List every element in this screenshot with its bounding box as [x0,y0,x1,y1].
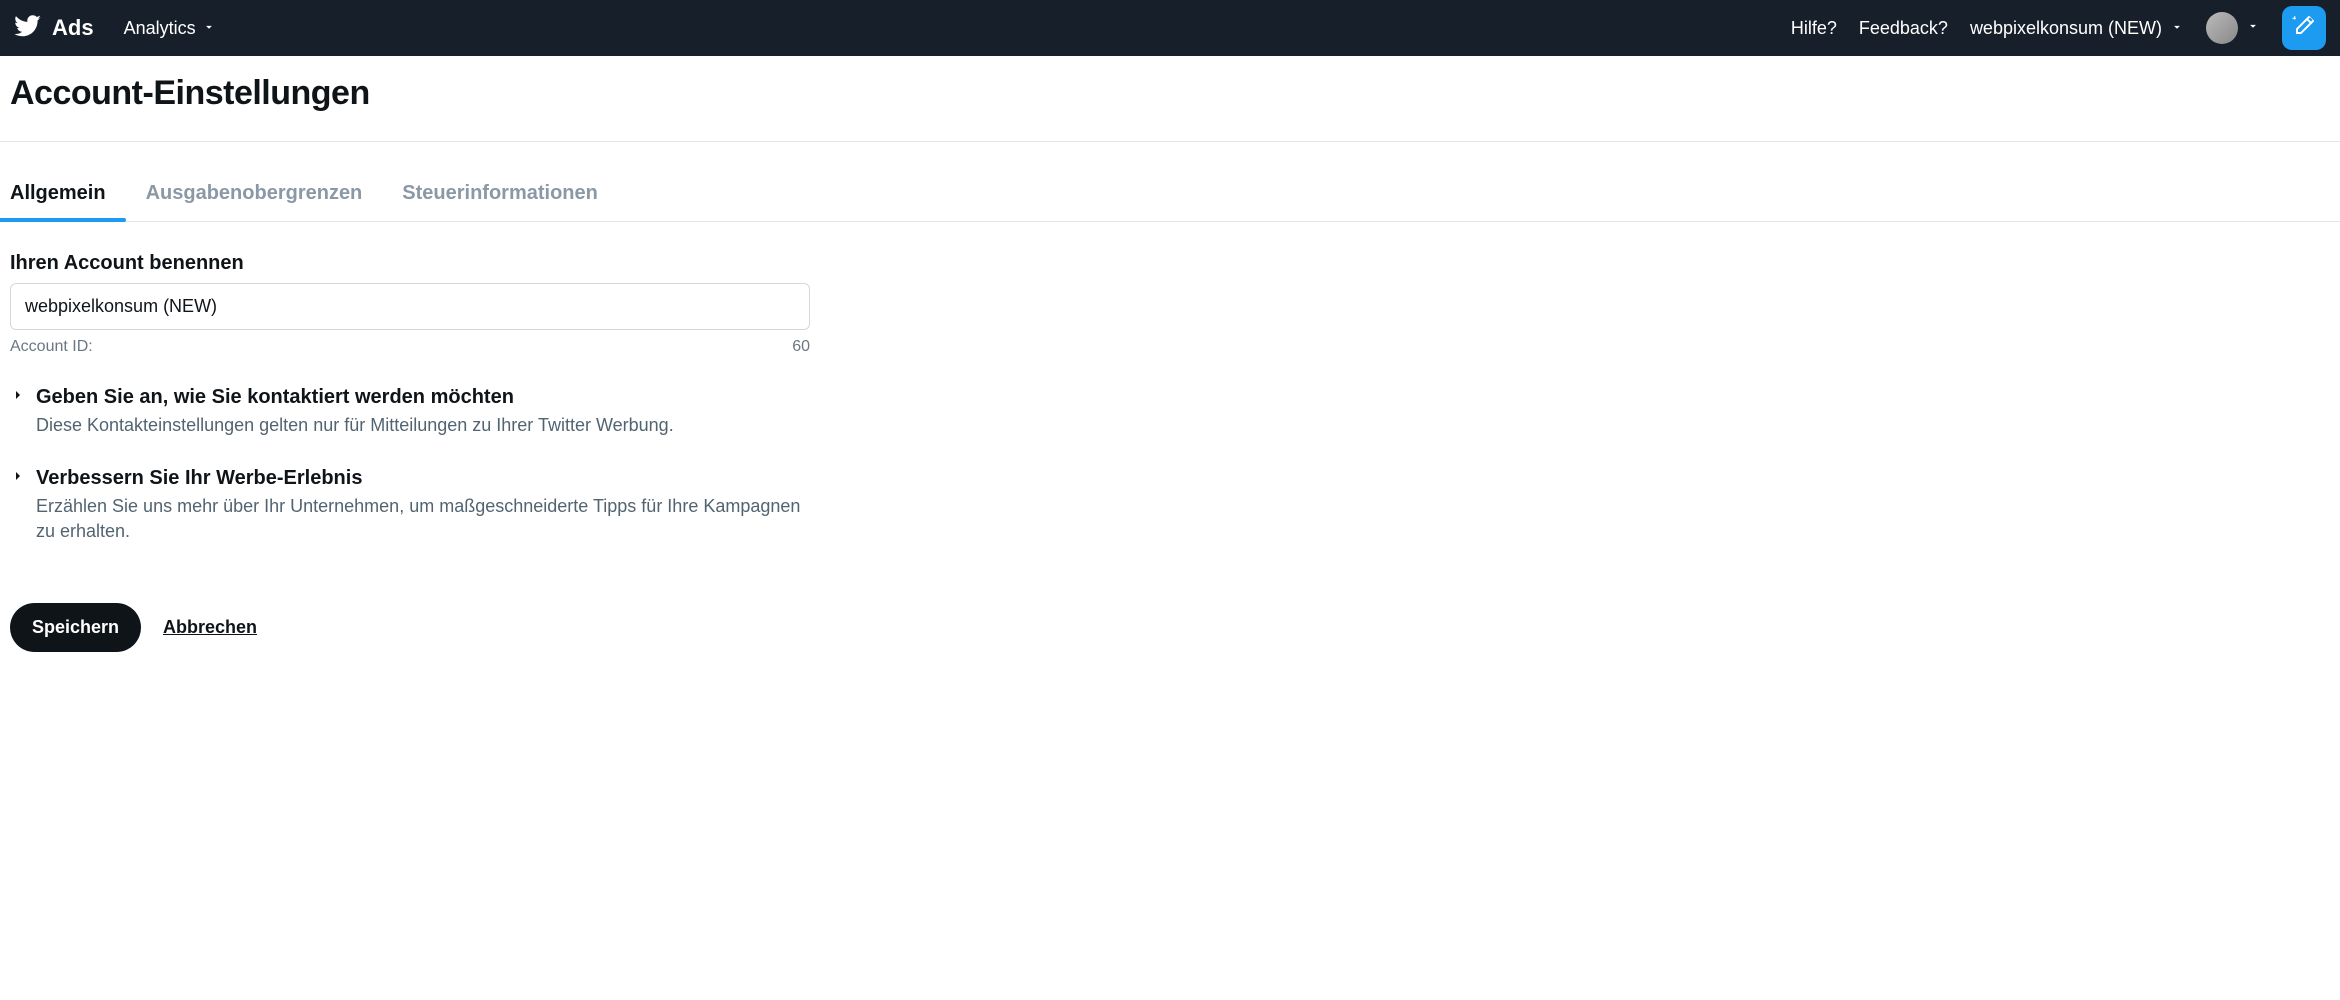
chevron-down-icon [202,18,216,39]
account-name-input[interactable] [10,283,810,330]
improve-ads-title: Verbessern Sie Ihr Werbe-Erlebnis [36,467,362,490]
contact-prefs-title: Geben Sie an, wie Sie kontaktiert werden… [36,386,514,409]
account-name-label: Ihren Account benennen [10,252,810,275]
chevron-right-icon [10,468,26,489]
tab-tax-info[interactable]: Steuerinformationen [402,182,598,221]
brand-text: Ads [52,15,94,41]
account-selector[interactable]: webpixelkonsum (NEW) [1970,18,2184,39]
page-title: Account-Einstellungen [10,74,2330,113]
char-count: 60 [792,338,810,356]
chevron-down-icon [2246,19,2260,38]
chevron-down-icon [2170,18,2184,39]
improve-ads-desc: Erzählen Sie uns mehr über Ihr Unternehm… [36,494,810,543]
improve-ads-toggle[interactable]: Verbessern Sie Ihr Werbe-Erlebnis [10,467,810,490]
avatar [2206,12,2238,44]
analytics-dropdown[interactable]: Analytics [124,18,216,39]
brand-logo-group[interactable]: Ads [14,12,94,45]
improve-ads-section: Verbessern Sie Ihr Werbe-Erlebnis Erzähl… [10,467,810,543]
account-selector-label: webpixelkonsum (NEW) [1970,18,2162,39]
compose-icon [2292,14,2316,43]
contact-prefs-section: Geben Sie an, wie Sie kontaktiert werden… [10,386,810,437]
tabs: Allgemein Ausgabenobergrenzen Steuerinfo… [0,142,2340,222]
form-actions: Speichern Abbrechen [0,603,2340,652]
user-menu[interactable] [2206,12,2260,44]
analytics-label: Analytics [124,18,196,39]
twitter-bird-icon [14,12,42,45]
page-header: Account-Einstellungen [0,56,2340,142]
contact-prefs-desc: Diese Kontakteinstellungen gelten nur fü… [36,413,810,437]
tab-spend-caps[interactable]: Ausgabenobergrenzen [146,182,363,221]
save-button[interactable]: Speichern [10,603,141,652]
help-link[interactable]: Hilfe? [1791,18,1837,39]
cancel-button[interactable]: Abbrechen [163,617,257,638]
account-id-label: Account ID: [10,338,93,356]
input-hint-row: Account ID: 60 [10,338,810,356]
top-navbar: Ads Analytics Hilfe? Feedback? webpixelk… [0,0,2340,56]
contact-prefs-toggle[interactable]: Geben Sie an, wie Sie kontaktiert werden… [10,386,810,409]
tab-general[interactable]: Allgemein [10,182,106,221]
topbar-left: Ads Analytics [14,12,216,45]
tab-content: Ihren Account benennen Account ID: 60 Ge… [0,222,820,563]
compose-button[interactable] [2282,6,2326,50]
chevron-right-icon [10,387,26,408]
feedback-link[interactable]: Feedback? [1859,18,1948,39]
topbar-right: Hilfe? Feedback? webpixelkonsum (NEW) [1791,6,2326,50]
